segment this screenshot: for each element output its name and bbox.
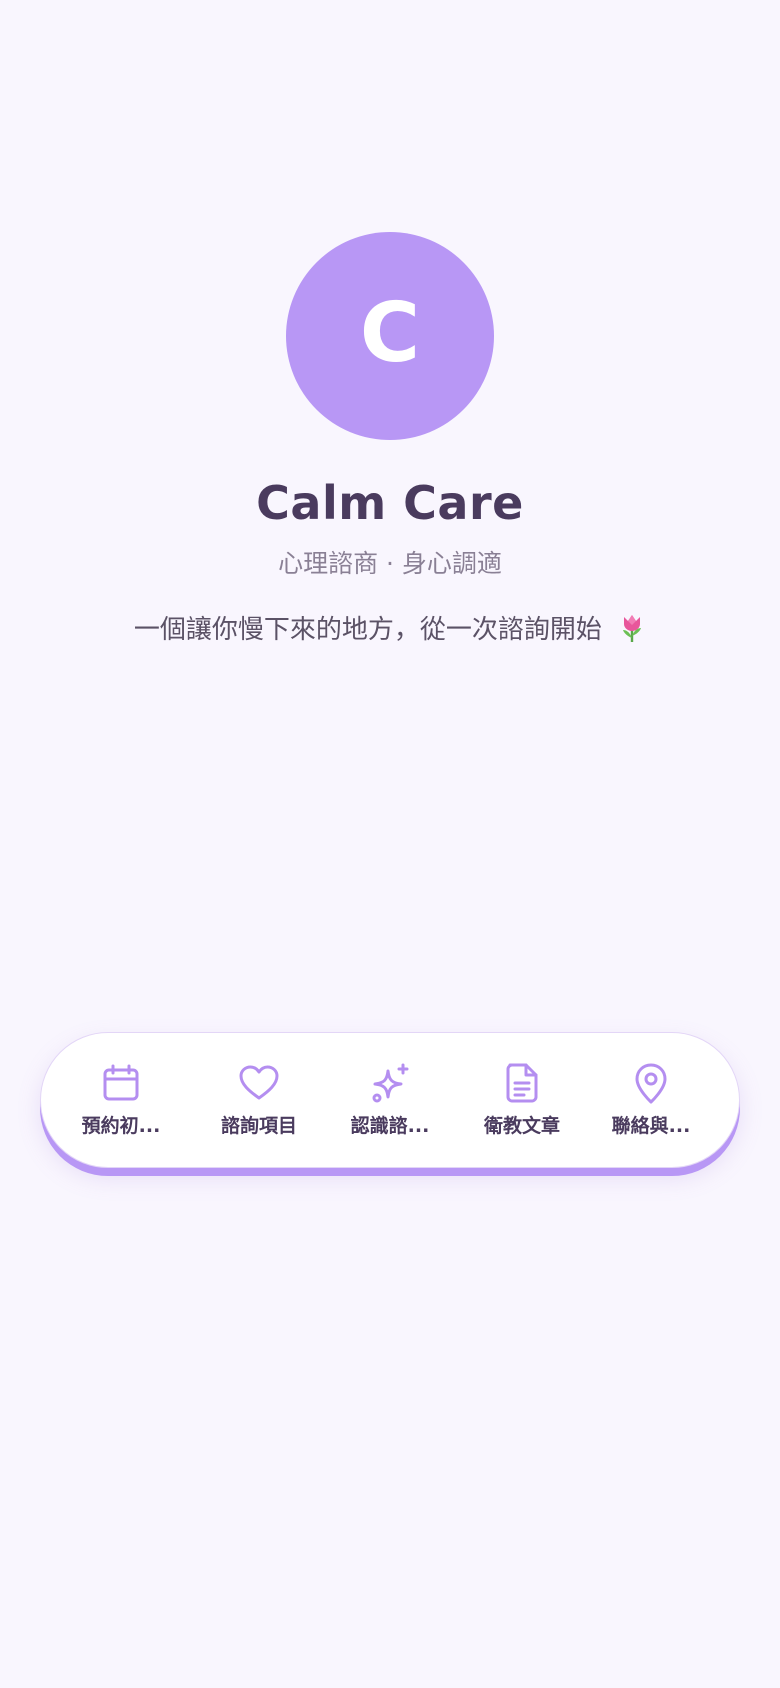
tulip-icon [623, 615, 642, 642]
nav-item-contact[interactable]: 聯絡與... [589, 1061, 713, 1147]
calendar-icon [103, 1064, 139, 1101]
nav-item-services[interactable]: 諮詢項目 [197, 1061, 321, 1147]
sparkles-icon [372, 1063, 409, 1103]
nav-label-services: 諮詢項目 [220, 1115, 297, 1137]
heart-icon [239, 1065, 279, 1100]
nav-label-contact: 聯絡與... [611, 1115, 691, 1137]
avatar-letter: C [359, 286, 421, 381]
nav-item-articles[interactable]: 衛教文章 [460, 1061, 584, 1147]
nav-label-articles: 衛教文章 [483, 1115, 560, 1137]
map-pin-icon [635, 1063, 667, 1104]
nav-item-booking[interactable]: 預約初... [59, 1061, 183, 1147]
avatar: C [286, 232, 494, 440]
bottom-nav: 預約初... 諮詢項目 認識諮... 衛教文章 聯絡與... [40, 1032, 740, 1168]
brand-tagline: 一個讓你慢下來的地方，從一次諮詢開始 [133, 615, 602, 645]
brand-name: Calm Care [256, 476, 524, 530]
nav-item-counselors[interactable]: 認識諮... [328, 1061, 452, 1147]
brand-subtitle: 心理諮商 · 身心調適 [278, 549, 502, 578]
nav-label-counselors: 認識諮... [350, 1115, 430, 1137]
brand-tagline-row: 一個讓你慢下來的地方，從一次諮詢開始 [0, 610, 780, 650]
nav-label-booking: 預約初... [81, 1115, 161, 1137]
document-icon [506, 1063, 538, 1103]
